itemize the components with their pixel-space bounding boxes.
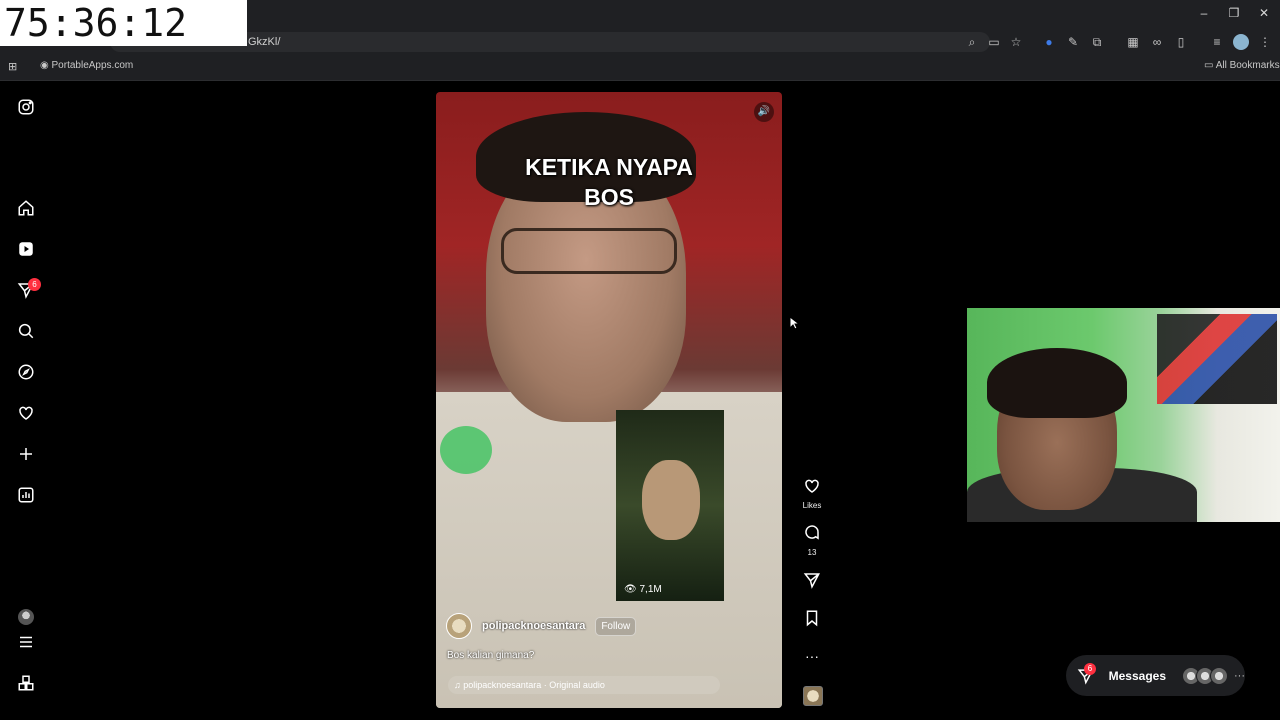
notifications-heart-icon[interactable] — [16, 403, 36, 423]
like-button[interactable]: Likes — [800, 477, 824, 510]
sidepanel-icon[interactable]: ▯ — [1173, 34, 1189, 50]
close-button[interactable]: ✕ — [1254, 6, 1274, 20]
comment-button[interactable]: 13 — [800, 524, 824, 557]
video-caption: KETIKA NYAPA BOS — [436, 152, 782, 212]
follow-button[interactable]: Follow — [595, 616, 637, 636]
save-button[interactable] — [800, 609, 824, 632]
heart-icon — [805, 479, 819, 493]
profile-avatar-sidebar[interactable] — [18, 609, 34, 625]
tab-grid-icon[interactable]: ▦ — [1125, 34, 1141, 50]
home-icon[interactable] — [16, 198, 36, 218]
caption-line-2: BOS — [584, 184, 634, 210]
audio-author-thumb[interactable] — [803, 686, 823, 706]
video-frame-patch — [440, 426, 492, 474]
instagram-sidebar: 6 — [0, 81, 56, 720]
apps-grid-icon[interactable]: ⊞ — [8, 60, 17, 73]
share-button[interactable] — [800, 571, 824, 594]
volume-icon[interactable]: 🔊 — [754, 102, 774, 122]
explore-icon[interactable] — [16, 362, 36, 382]
bookmark-star-icon[interactable]: ☆ — [1008, 34, 1024, 50]
comment-icon — [805, 525, 819, 540]
extension-brush-icon[interactable]: ✎ — [1065, 34, 1081, 50]
messages-button[interactable]: Messages ··· — [1066, 655, 1245, 696]
caption-line-1: KETIKA NYAPA — [525, 154, 693, 180]
webcam-person-hair — [987, 348, 1127, 418]
reel-video[interactable]: KETIKA NYAPA BOS 🔊 👁 7,1M polipacknoesan… — [436, 92, 782, 708]
audio-track-link[interactable]: ♫ polipacknoesantara · Original audio — [448, 676, 720, 694]
cast-icon[interactable]: ▭ — [986, 34, 1002, 50]
minimize-button[interactable]: – — [1194, 6, 1214, 20]
clock-overlay: 75:36:12 — [0, 0, 247, 46]
instagram-logo-icon[interactable] — [16, 97, 36, 117]
suggested-reel-thumbnail[interactable]: 👁 7,1M — [616, 410, 724, 601]
reels-icon[interactable] — [16, 239, 36, 259]
author-username[interactable]: polipacknoesantara — [482, 620, 585, 632]
reel-author-row: polipacknoesantara Follow — [446, 613, 637, 639]
all-bookmarks[interactable]: ▭ All Bookmarks — [1204, 60, 1280, 71]
webcam-overlay — [967, 308, 1280, 522]
all-bookmarks-label: All Bookmarks — [1215, 60, 1280, 71]
conversation-avatar — [1210, 666, 1228, 685]
link-icon[interactable]: ∞ — [1149, 34, 1165, 50]
create-plus-icon[interactable] — [16, 444, 36, 464]
bookmarks-bar — [0, 56, 1280, 81]
also-from-meta-icon[interactable] — [16, 673, 36, 693]
restore-button[interactable]: ❐ — [1224, 6, 1244, 20]
extension-icon[interactable]: ● — [1041, 34, 1057, 50]
thumbnail-views: 👁 7,1M — [624, 584, 662, 595]
video-frame-glasses — [501, 228, 677, 274]
messages-label: Messages — [1108, 668, 1166, 683]
mouse-cursor-icon — [789, 316, 799, 330]
extensions-icon[interactable]: ⧉ — [1089, 34, 1105, 50]
dashboard-icon[interactable] — [16, 485, 36, 505]
reel-description: Bos kalian gimana? — [447, 650, 535, 661]
bookmark-icon — [806, 610, 818, 627]
more-menu-icon[interactable] — [16, 632, 36, 652]
profile-avatar[interactable] — [1233, 34, 1249, 50]
bookmark-label: PortableApps.com — [51, 60, 134, 71]
messages-badge: 6 — [1084, 663, 1096, 675]
bookmark-portableapps[interactable]: ◉ PortableApps.com — [40, 60, 133, 71]
likes-label: Likes — [802, 501, 822, 510]
webcam-posters — [1157, 314, 1277, 404]
menu-kebab-icon[interactable]: ⋮ — [1257, 34, 1273, 50]
notification-badge: 6 — [28, 278, 41, 291]
share-icon — [803, 573, 820, 589]
zoom-icon[interactable]: ⌕ — [964, 34, 980, 50]
thumbnail-face — [642, 460, 700, 540]
media-icon[interactable]: ≡ — [1209, 34, 1225, 50]
messages-avatars — [1182, 666, 1228, 685]
url-text: GkzKl/ — [248, 36, 281, 48]
more-options-button[interactable]: ··· — [800, 648, 824, 664]
messages-more: ··· — [1234, 669, 1245, 682]
author-avatar[interactable] — [446, 613, 472, 639]
search-icon[interactable] — [16, 321, 36, 341]
comments-count: 13 — [807, 548, 817, 557]
